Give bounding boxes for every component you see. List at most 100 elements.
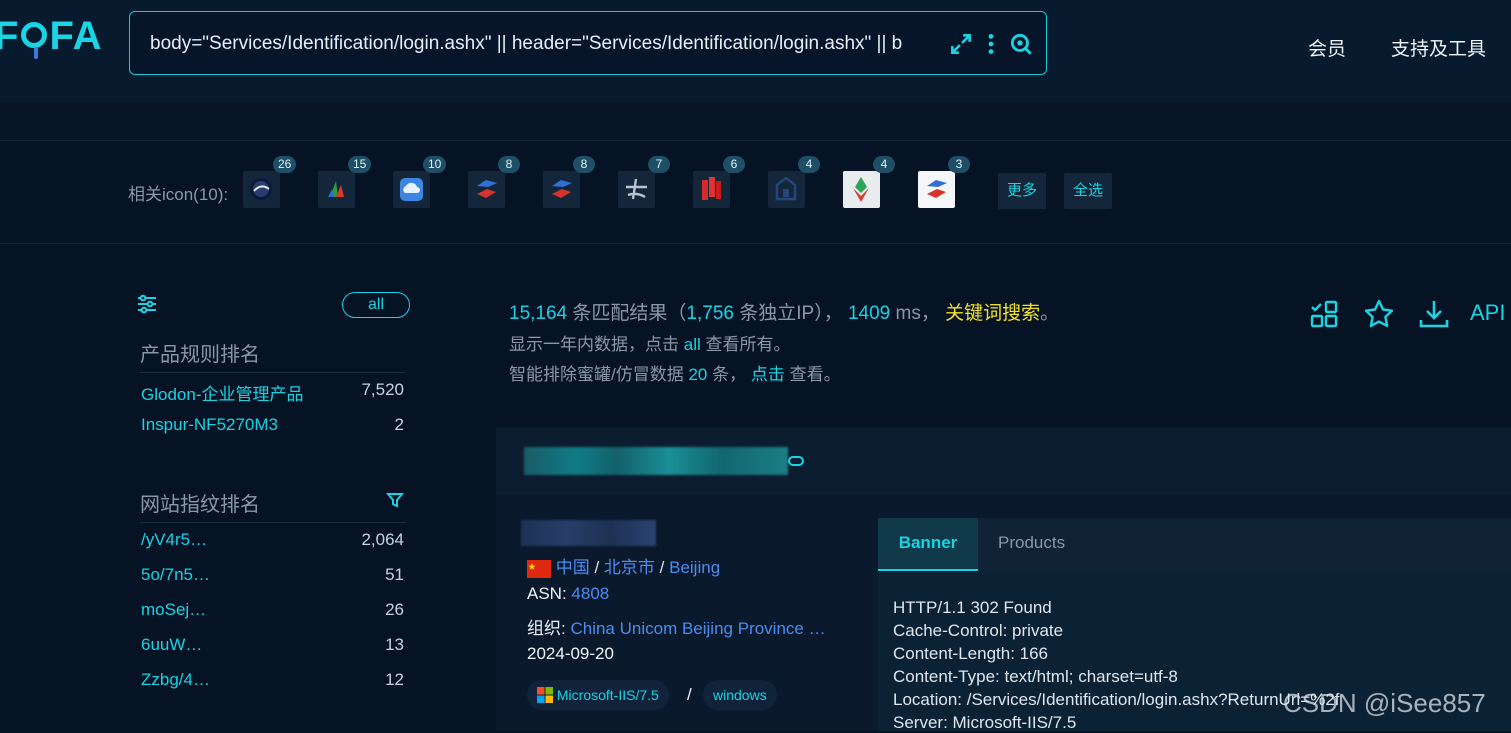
fingerprint-item[interactable]: 6uuW… — [141, 635, 202, 655]
server-tag[interactable]: Microsoft-IIS/7.5 — [527, 680, 669, 710]
summary-text: 。 — [1040, 303, 1060, 324]
fingerprint-item[interactable]: moSej… — [141, 600, 206, 620]
grid-check-icon[interactable] — [1308, 298, 1340, 330]
related-icons-label: 相关icon(10): — [128, 185, 229, 204]
detail-tabs: Banner Products — [878, 518, 1511, 571]
download-icon[interactable] — [1418, 298, 1450, 330]
result-summary: 15,164 条匹配结果（1,756 条独立IP）， 1409 ms， 关键词搜… — [509, 298, 1059, 325]
filter-settings-icon[interactable] — [136, 294, 158, 314]
favicon-7[interactable] — [693, 171, 730, 208]
badge: 8 — [573, 156, 595, 173]
banner-line: Location: /Services/Identification/login… — [893, 690, 1340, 709]
summary-text: 条独立IP）， — [739, 303, 843, 324]
api-link[interactable]: API — [1470, 300, 1505, 326]
favicon-6[interactable] — [618, 171, 655, 208]
keyword-search-link[interactable]: 关键词搜索 — [945, 303, 1040, 324]
search-box[interactable] — [129, 11, 1047, 75]
tab-banner[interactable]: Banner — [878, 518, 978, 571]
more-icons-button[interactable]: 更多 — [998, 173, 1047, 209]
favicon-8[interactable] — [768, 171, 805, 208]
time-ms: 1409 — [847, 303, 891, 324]
country-link[interactable]: 中国 — [556, 558, 590, 577]
summary-text: 条匹配结果（ — [572, 303, 687, 324]
badge: 15 — [348, 156, 372, 173]
fingerprint-item[interactable]: /yV4r5… — [141, 530, 207, 550]
more-vertical-icon[interactable] — [978, 31, 1004, 57]
search-input[interactable] — [148, 30, 942, 58]
logo-ring-icon — [21, 21, 48, 59]
location-line: 中国 / 北京市 / Beijing — [527, 553, 720, 578]
ip-count: 1,756 — [686, 303, 734, 324]
badge: 3 — [948, 156, 970, 173]
link-icon[interactable] — [788, 455, 804, 467]
honeypot-notice: 智能排除蜜罐/仿冒数据 20 条， 点击 查看。 — [509, 360, 841, 385]
org-link[interactable]: China Unicom Beijing Province … — [570, 619, 825, 638]
badge: 10 — [423, 156, 447, 173]
badge: 4 — [873, 156, 895, 173]
products-ranking-title: 产品规则排名 — [140, 344, 260, 366]
favicon-5[interactable] — [543, 171, 580, 208]
badge: 26 — [273, 156, 297, 173]
product-item[interactable]: Inspur-NF5270M3 — [141, 415, 278, 435]
all-link[interactable]: all — [684, 335, 701, 354]
summary-text: ms， — [895, 303, 940, 324]
notice-text: 查看所有。 — [705, 335, 791, 354]
favicon-3[interactable] — [393, 171, 430, 208]
badge: 6 — [723, 156, 745, 173]
star-icon[interactable] — [1363, 298, 1395, 330]
org-line: 组织: China Unicom Beijing Province … — [527, 614, 826, 639]
banner-line: Server: Microsoft-IIS/7.5 — [893, 713, 1077, 732]
divider — [140, 522, 406, 523]
filter-icon[interactable] — [386, 491, 404, 509]
year-notice: 显示一年内数据，点击 all 查看所有。 — [509, 330, 790, 355]
fofa-logo[interactable]: F FA — [0, 14, 103, 59]
windows-logo-icon — [537, 687, 553, 703]
click-link[interactable]: 点击 — [751, 365, 785, 384]
org-label: 组织: — [527, 619, 566, 638]
fingerprint-item[interactable]: 5o/7n5… — [141, 565, 210, 585]
match-count: 15,164 — [509, 303, 568, 324]
favicon-9[interactable] — [843, 171, 880, 208]
os-tag[interactable]: windows — [703, 680, 777, 710]
asn-link[interactable]: 4808 — [571, 584, 609, 603]
banner-line: Content-Length: 166 — [893, 644, 1049, 663]
notice-text: 智能排除蜜罐/仿冒数据 — [509, 365, 684, 384]
select-all-button[interactable]: 全选 — [1064, 173, 1113, 209]
redacted-host — [524, 447, 788, 475]
fingerprint-item[interactable]: Zzbg/4… — [141, 670, 210, 690]
nav-tools[interactable]: 支持及工具 — [1391, 34, 1486, 61]
fingerprint-count: 51 — [385, 565, 404, 584]
asn-label: ASN: — [527, 584, 567, 603]
favicon-2[interactable] — [318, 171, 355, 208]
city-link[interactable]: Beijing — [669, 558, 720, 577]
product-count: 7,520 — [361, 380, 404, 399]
all-toggle[interactable]: all — [342, 292, 410, 318]
expand-icon[interactable] — [948, 31, 974, 57]
separator: / — [659, 558, 670, 577]
result-date: 2024-09-20 — [527, 644, 614, 663]
fingerprint-count: 2,064 — [361, 530, 404, 549]
badge: 7 — [648, 156, 670, 173]
divider — [140, 372, 406, 373]
favicon-10[interactable] — [918, 171, 955, 208]
favicon-4[interactable] — [468, 171, 505, 208]
favicon-1[interactable] — [243, 171, 280, 208]
tag-separator: / — [687, 685, 692, 704]
tab-products[interactable]: Products — [998, 518, 1065, 571]
product-item[interactable]: Glodon-企业管理产品 — [141, 380, 303, 405]
separator: / — [594, 558, 604, 577]
notice-text: 查看。 — [789, 365, 841, 384]
badge: 4 — [798, 156, 820, 173]
asn-line: ASN: 4808 — [527, 584, 609, 604]
region-link[interactable]: 北京市 — [604, 558, 655, 577]
search-icon[interactable] — [1008, 31, 1034, 57]
banner-line: Content-Type: text/html; charset=utf-8 — [893, 667, 1178, 686]
banner-line: HTTP/1.1 302 Found — [893, 598, 1052, 617]
product-count: 2 — [394, 415, 404, 434]
fingerprint-count: 12 — [385, 670, 404, 689]
server-tag-label: Microsoft-IIS/7.5 — [556, 687, 659, 703]
china-flag-icon — [527, 559, 551, 578]
nav-member[interactable]: 会员 — [1308, 34, 1346, 61]
redacted-ip — [521, 520, 656, 546]
header-band — [0, 102, 1511, 140]
